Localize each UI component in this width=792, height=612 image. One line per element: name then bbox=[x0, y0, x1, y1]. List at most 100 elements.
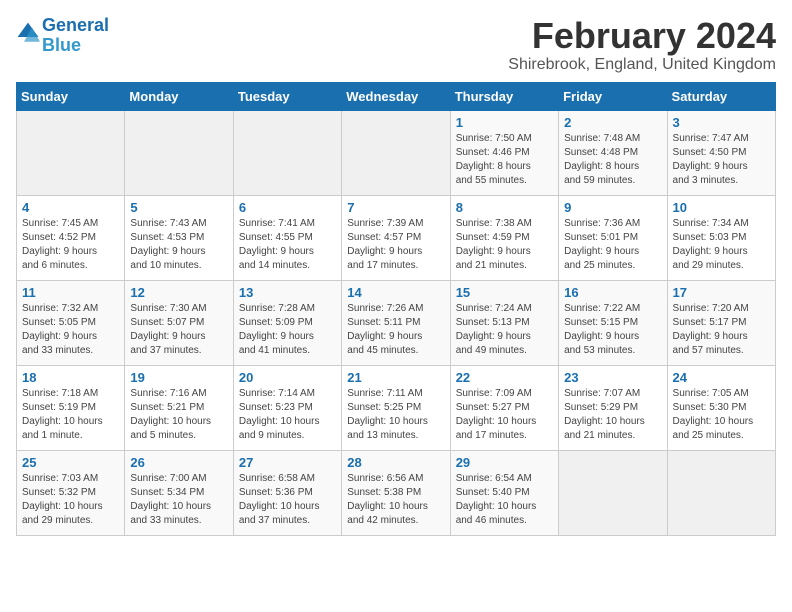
calendar-cell: 19Sunrise: 7:16 AM Sunset: 5:21 PM Dayli… bbox=[125, 365, 233, 450]
calendar-cell bbox=[342, 110, 450, 195]
day-info: Sunrise: 6:54 AM Sunset: 5:40 PM Dayligh… bbox=[456, 472, 553, 528]
day-info: Sunrise: 7:22 AM Sunset: 5:15 PM Dayligh… bbox=[564, 302, 661, 358]
day-number: 5 bbox=[130, 200, 227, 215]
calendar-cell: 24 Sunrise: 7:05 AM Sunset: 5:30 PM Dayli… bbox=[667, 365, 775, 450]
weekday-header-thursday: Thursday bbox=[450, 82, 558, 110]
day-number: 24 bbox=[673, 370, 770, 385]
calendar-cell: 15Sunrise: 7:24 AM Sunset: 5:13 PM Dayli… bbox=[450, 280, 558, 365]
calendar-cell: 10 Sunrise: 7:34 AM Sunset: 5:03 PM Dayli… bbox=[667, 195, 775, 280]
day-info: Sunrise: 7:11 AM Sunset: 5:25 PM Dayligh… bbox=[347, 387, 444, 443]
calendar-cell: 23 Sunrise: 7:07 AM Sunset: 5:29 PM Dayli… bbox=[559, 365, 667, 450]
weekday-header-wednesday: Wednesday bbox=[342, 82, 450, 110]
calendar-cell: 5 Sunrise: 7:43 AM Sunset: 4:53 PM Daylig… bbox=[125, 195, 233, 280]
day-number: 12 bbox=[130, 285, 227, 300]
header: General Blue February 2024 Shirebrook, E… bbox=[16, 16, 776, 74]
day-number: 21 bbox=[347, 370, 444, 385]
day-number: 2 bbox=[564, 115, 661, 130]
week-row-4: 18 Sunrise: 7:18 AM Sunset: 5:19 PM Dayli… bbox=[17, 365, 776, 450]
day-number: 22 bbox=[456, 370, 553, 385]
day-number: 10 bbox=[673, 200, 770, 215]
month-year: February 2024 bbox=[508, 16, 776, 56]
calendar-cell: 21 Sunrise: 7:11 AM Sunset: 5:25 PM Dayli… bbox=[342, 365, 450, 450]
calendar-cell: 11 Sunrise: 7:32 AM Sunset: 5:05 PM Dayli… bbox=[17, 280, 125, 365]
day-info: Sunrise: 7:36 AM Sunset: 5:01 PM Dayligh… bbox=[564, 217, 661, 273]
calendar-cell: 13 Sunrise: 7:28 AM Sunset: 5:09 PM Dayli… bbox=[233, 280, 341, 365]
day-number: 17 bbox=[673, 285, 770, 300]
day-number: 20 bbox=[239, 370, 336, 385]
day-number: 27 bbox=[239, 455, 336, 470]
calendar-cell: 7 Sunrise: 7:39 AM Sunset: 4:57 PM Daylig… bbox=[342, 195, 450, 280]
logo-icon bbox=[16, 21, 40, 45]
day-number: 28 bbox=[347, 455, 444, 470]
day-info: Sunrise: 7:07 AM Sunset: 5:29 PM Dayligh… bbox=[564, 387, 661, 443]
calendar-cell: 28 Sunrise: 6:56 AM Sunset: 5:38 PM Dayli… bbox=[342, 450, 450, 535]
day-info: Sunrise: 7:28 AM Sunset: 5:09 PM Dayligh… bbox=[239, 302, 336, 358]
day-info: Sunrise: 7:43 AM Sunset: 4:53 PM Dayligh… bbox=[130, 217, 227, 273]
calendar-cell: 25 Sunrise: 7:03 AM Sunset: 5:32 PM Dayli… bbox=[17, 450, 125, 535]
calendar-cell: 26Sunrise: 7:00 AM Sunset: 5:34 PM Dayli… bbox=[125, 450, 233, 535]
calendar-cell: 12Sunrise: 7:30 AM Sunset: 5:07 PM Dayli… bbox=[125, 280, 233, 365]
day-info: Sunrise: 7:18 AM Sunset: 5:19 PM Dayligh… bbox=[22, 387, 119, 443]
weekday-header-friday: Friday bbox=[559, 82, 667, 110]
day-info: Sunrise: 7:34 AM Sunset: 5:03 PM Dayligh… bbox=[673, 217, 770, 273]
week-row-1: 1 Sunrise: 7:50 AM Sunset: 4:46 PM Daylig… bbox=[17, 110, 776, 195]
day-number: 25 bbox=[22, 455, 119, 470]
calendar-cell: 2 Sunrise: 7:48 AM Sunset: 4:48 PM Daylig… bbox=[559, 110, 667, 195]
calendar-cell: 14 Sunrise: 7:26 AM Sunset: 5:11 PM Dayli… bbox=[342, 280, 450, 365]
day-number: 18 bbox=[22, 370, 119, 385]
calendar-cell bbox=[559, 450, 667, 535]
day-number: 19 bbox=[130, 370, 227, 385]
calendar-cell bbox=[667, 450, 775, 535]
calendar-cell: 22 Sunrise: 7:09 AM Sunset: 5:27 PM Dayli… bbox=[450, 365, 558, 450]
week-row-3: 11 Sunrise: 7:32 AM Sunset: 5:05 PM Dayli… bbox=[17, 280, 776, 365]
week-row-5: 25 Sunrise: 7:03 AM Sunset: 5:32 PM Dayli… bbox=[17, 450, 776, 535]
day-info: Sunrise: 7:09 AM Sunset: 5:27 PM Dayligh… bbox=[456, 387, 553, 443]
day-info: Sunrise: 7:24 AM Sunset: 5:13 PM Dayligh… bbox=[456, 302, 553, 358]
weekday-header-tuesday: Tuesday bbox=[233, 82, 341, 110]
calendar-cell bbox=[125, 110, 233, 195]
calendar-cell: 6 Sunrise: 7:41 AM Sunset: 4:55 PM Daylig… bbox=[233, 195, 341, 280]
weekday-header-sunday: Sunday bbox=[17, 82, 125, 110]
logo-text: General Blue bbox=[42, 16, 109, 56]
calendar-cell: 8Sunrise: 7:38 AM Sunset: 4:59 PM Daylig… bbox=[450, 195, 558, 280]
title-block: February 2024 Shirebrook, England, Unite… bbox=[508, 16, 776, 74]
day-info: Sunrise: 7:48 AM Sunset: 4:48 PM Dayligh… bbox=[564, 132, 661, 188]
day-info: Sunrise: 7:14 AM Sunset: 5:23 PM Dayligh… bbox=[239, 387, 336, 443]
day-info: Sunrise: 6:56 AM Sunset: 5:38 PM Dayligh… bbox=[347, 472, 444, 528]
day-info: Sunrise: 7:39 AM Sunset: 4:57 PM Dayligh… bbox=[347, 217, 444, 273]
day-number: 6 bbox=[239, 200, 336, 215]
day-number: 9 bbox=[564, 200, 661, 215]
logo: General Blue bbox=[16, 16, 109, 56]
day-info: Sunrise: 7:05 AM Sunset: 5:30 PM Dayligh… bbox=[673, 387, 770, 443]
day-number: 1 bbox=[456, 115, 553, 130]
calendar-cell: 3Sunrise: 7:47 AM Sunset: 4:50 PM Daylig… bbox=[667, 110, 775, 195]
day-info: Sunrise: 7:26 AM Sunset: 5:11 PM Dayligh… bbox=[347, 302, 444, 358]
day-info: Sunrise: 7:45 AM Sunset: 4:52 PM Dayligh… bbox=[22, 217, 119, 273]
day-info: Sunrise: 7:03 AM Sunset: 5:32 PM Dayligh… bbox=[22, 472, 119, 528]
location: Shirebrook, England, United Kingdom bbox=[508, 56, 776, 74]
day-info: Sunrise: 6:58 AM Sunset: 5:36 PM Dayligh… bbox=[239, 472, 336, 528]
day-number: 7 bbox=[347, 200, 444, 215]
weekday-header-monday: Monday bbox=[125, 82, 233, 110]
day-info: Sunrise: 7:41 AM Sunset: 4:55 PM Dayligh… bbox=[239, 217, 336, 273]
calendar-cell: 4Sunrise: 7:45 AM Sunset: 4:52 PM Daylig… bbox=[17, 195, 125, 280]
calendar-cell: 18 Sunrise: 7:18 AM Sunset: 5:19 PM Dayli… bbox=[17, 365, 125, 450]
calendar-cell bbox=[233, 110, 341, 195]
day-info: Sunrise: 7:50 AM Sunset: 4:46 PM Dayligh… bbox=[456, 132, 553, 188]
calendar-cell: 27 Sunrise: 6:58 AM Sunset: 5:36 PM Dayli… bbox=[233, 450, 341, 535]
calendar-cell: 9 Sunrise: 7:36 AM Sunset: 5:01 PM Daylig… bbox=[559, 195, 667, 280]
day-info: Sunrise: 7:00 AM Sunset: 5:34 PM Dayligh… bbox=[130, 472, 227, 528]
calendar-cell: 17Sunrise: 7:20 AM Sunset: 5:17 PM Dayli… bbox=[667, 280, 775, 365]
day-number: 16 bbox=[564, 285, 661, 300]
day-info: Sunrise: 7:47 AM Sunset: 4:50 PM Dayligh… bbox=[673, 132, 770, 188]
calendar-cell bbox=[17, 110, 125, 195]
calendar-cell: 1 Sunrise: 7:50 AM Sunset: 4:46 PM Daylig… bbox=[450, 110, 558, 195]
day-number: 14 bbox=[347, 285, 444, 300]
day-info: Sunrise: 7:32 AM Sunset: 5:05 PM Dayligh… bbox=[22, 302, 119, 358]
day-number: 13 bbox=[239, 285, 336, 300]
weekday-header-saturday: Saturday bbox=[667, 82, 775, 110]
day-number: 11 bbox=[22, 285, 119, 300]
day-number: 23 bbox=[564, 370, 661, 385]
week-row-2: 4Sunrise: 7:45 AM Sunset: 4:52 PM Daylig… bbox=[17, 195, 776, 280]
day-info: Sunrise: 7:38 AM Sunset: 4:59 PM Dayligh… bbox=[456, 217, 553, 273]
